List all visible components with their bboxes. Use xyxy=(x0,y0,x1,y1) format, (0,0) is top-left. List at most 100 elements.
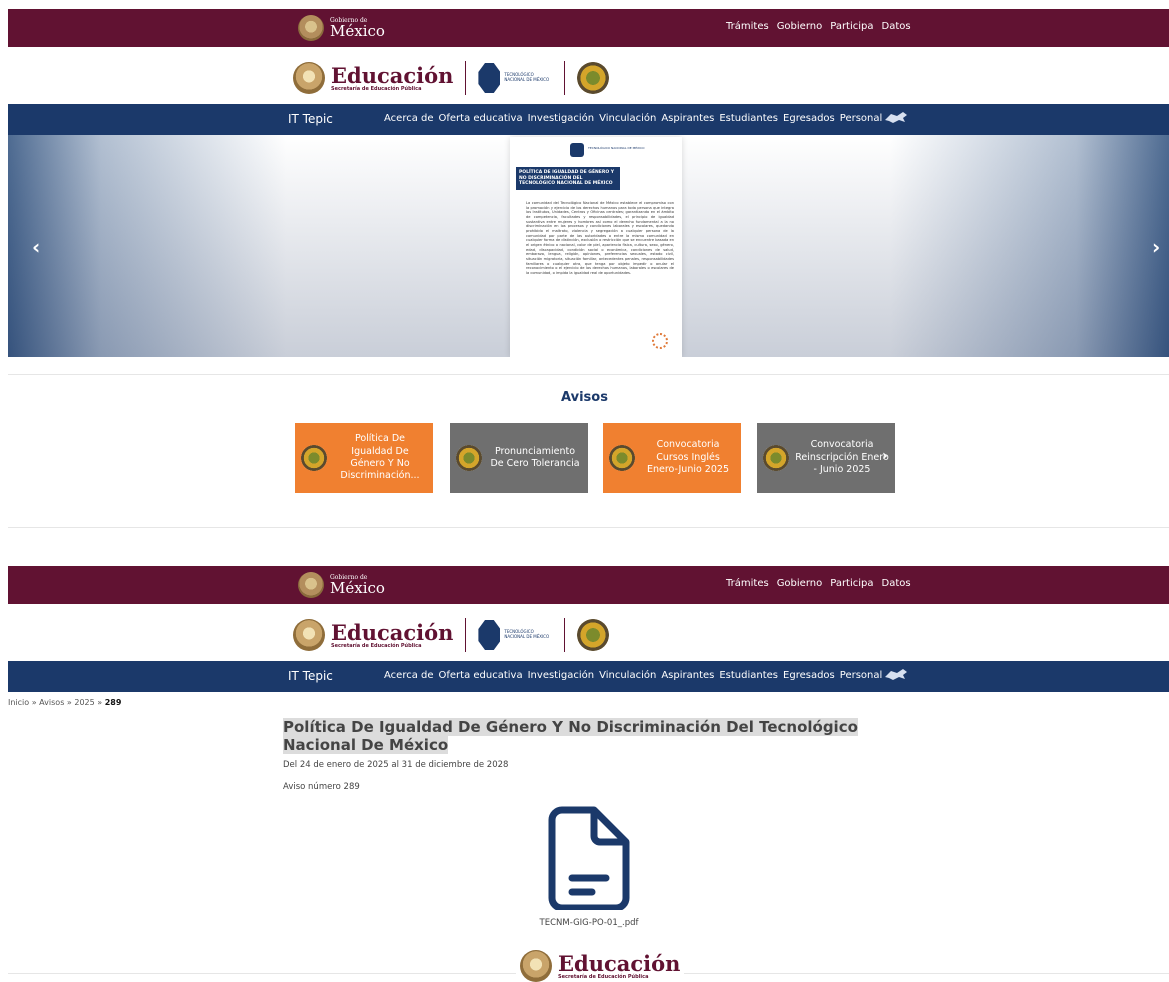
gov-seal-icon xyxy=(298,15,324,41)
logo-separator xyxy=(564,618,566,652)
logo-separator xyxy=(465,618,467,652)
edu-name: Educación xyxy=(331,62,454,88)
breadcrumb-inicio[interactable]: Inicio xyxy=(8,698,29,707)
carousel-slide[interactable]: TECNOLÓGICO NACIONAL DE MÉXICO POLÍTICA … xyxy=(510,137,682,357)
nav-aspirantes[interactable]: Aspirantes xyxy=(661,670,714,681)
tecnm-mini-logo-icon xyxy=(570,143,584,157)
ittepic-seal-icon[interactable] xyxy=(577,62,610,94)
slide-logo-text: TECNOLÓGICO NACIONAL DE MÉXICO xyxy=(588,146,645,150)
sep-seal-icon xyxy=(293,619,325,651)
slide-title: POLÍTICA DE IGUALDAD DE GÉNERO Y NO DISC… xyxy=(516,167,620,190)
logo-separator xyxy=(564,61,566,95)
slide-body: La comunidad del Tecnológico Nacional de… xyxy=(526,201,674,276)
it-brand[interactable]: IT Tepic xyxy=(288,112,333,126)
gobierno-mexico-logo[interactable]: Gobierno de México xyxy=(298,572,385,598)
sep-seal-icon xyxy=(520,950,552,982)
gov-nav-participa[interactable]: Participa xyxy=(830,21,873,32)
aviso-card-text: Convocatoria Cursos Inglés Enero-Junio 2… xyxy=(646,439,729,476)
it-navbar: IT Tepic Acerca de Oferta educativa Inve… xyxy=(8,104,1169,135)
gov-nav-participa[interactable]: Participa xyxy=(830,578,873,589)
edu-logos-bar: Educación Secretaría de Educación Públic… xyxy=(8,611,1169,661)
gov-seal-icon xyxy=(298,572,324,598)
gov-header: Gobierno de México Trámites Gobierno Par… xyxy=(8,566,1169,604)
horse-mascot-icon[interactable] xyxy=(883,667,909,683)
it-navbar: IT Tepic Acerca de Oferta educativa Inve… xyxy=(8,661,1169,692)
breadcrumb-year[interactable]: 2025 xyxy=(74,698,94,707)
ittepic-seal-icon[interactable] xyxy=(577,619,610,651)
tecnm-text: TECNOLÓGICO NACIONAL DE MÉXICO xyxy=(504,72,550,82)
gov-nav-tramites[interactable]: Trámites xyxy=(726,578,769,589)
nav-aspirantes[interactable]: Aspirantes xyxy=(661,113,714,124)
nav-vinculacion[interactable]: Vinculación xyxy=(599,670,656,681)
gov-brand-big: México xyxy=(330,21,385,40)
logo-separator xyxy=(465,61,467,95)
ittepic-seal-icon xyxy=(301,445,327,471)
nav-investigacion[interactable]: Investigación xyxy=(528,670,594,681)
aviso-card-text: Política De Igualdad De Género Y No Disc… xyxy=(340,433,420,482)
aviso-number: Aviso número 289 xyxy=(283,782,360,792)
avisos-next-icon[interactable]: › xyxy=(882,448,888,464)
gov-nav-gobierno[interactable]: Gobierno xyxy=(777,578,823,589)
tecnm-text: TECNOLÓGICO NACIONAL DE MÉXICO xyxy=(504,629,550,639)
gov-nav-gobierno[interactable]: Gobierno xyxy=(777,21,823,32)
nav-acerca[interactable]: Acerca de xyxy=(384,113,434,124)
ittepic-seal-icon xyxy=(609,445,635,471)
date-range: Del 24 de enero de 2025 al 31 de diciemb… xyxy=(283,760,509,770)
page-title: Política De Igualdad De Género Y No Disc… xyxy=(283,718,858,754)
hero-carousel: ‹ › TECNOLÓGICO NACIONAL DE MÉXICO POLÍT… xyxy=(8,135,1169,357)
gov-brand-big: México xyxy=(330,578,385,597)
it-nav: Acerca de Oferta educativa Investigación… xyxy=(384,670,882,681)
nav-personal[interactable]: Personal xyxy=(840,670,883,681)
breadcrumb-current: 289 xyxy=(104,698,122,707)
aviso-card[interactable]: Convocatoria Cursos Inglés Enero-Junio 2… xyxy=(603,423,741,493)
gov-nav-tramites[interactable]: Trámites xyxy=(726,21,769,32)
edu-name: Educación xyxy=(331,619,454,645)
nav-egresados[interactable]: Egresados xyxy=(783,670,835,681)
it-nav: Acerca de Oferta educativa Investigación… xyxy=(384,113,882,124)
nav-investigacion[interactable]: Investigación xyxy=(528,113,594,124)
nav-estudiantes[interactable]: Estudiantes xyxy=(719,670,778,681)
aviso-card-text: Convocatoria Reinscripción Enero - Junio… xyxy=(795,439,889,476)
breadcrumb-avisos[interactable]: Avisos xyxy=(39,698,64,707)
aviso-card-text: Pronunciamiento De Cero Tolerancia xyxy=(490,445,580,469)
breadcrumb: Inicio » Avisos » 2025 » 289 xyxy=(8,698,122,707)
nav-vinculacion[interactable]: Vinculación xyxy=(599,113,656,124)
aviso-card[interactable]: Pronunciamiento De Cero Tolerancia xyxy=(450,423,588,493)
footer-edu-logo: Educación Secretaría de Educación Públic… xyxy=(516,950,685,982)
nav-egresados[interactable]: Egresados xyxy=(783,113,835,124)
document-file-icon[interactable] xyxy=(548,806,630,912)
avisos-heading: Avisos xyxy=(561,390,608,405)
carousel-prev-icon[interactable]: ‹ xyxy=(32,235,40,259)
gov-nav: Trámites Gobierno Participa Datos xyxy=(726,578,911,589)
aviso-card[interactable]: Política De Igualdad De Género Y No Disc… xyxy=(295,423,433,493)
gov-header: Gobierno de México Trámites Gobierno Par… xyxy=(8,9,1169,47)
edu-logo-group: Educación Secretaría de Educación Públic… xyxy=(293,61,610,95)
edu-name: Educación xyxy=(558,950,681,976)
gov-nav-datos[interactable]: Datos xyxy=(882,21,911,32)
nav-oferta[interactable]: Oferta educativa xyxy=(439,670,523,681)
aviso-card[interactable]: Convocatoria Reinscripción Enero - Junio… xyxy=(757,423,895,493)
horse-mascot-icon[interactable] xyxy=(883,110,909,126)
nav-acerca[interactable]: Acerca de xyxy=(384,670,434,681)
tecnm-gear-icon xyxy=(478,620,501,650)
nav-oferta[interactable]: Oferta educativa xyxy=(439,113,523,124)
edu-logo-group: Educación Secretaría de Educación Públic… xyxy=(293,618,610,652)
gobierno-mexico-logo[interactable]: Gobierno de México xyxy=(298,15,385,41)
it-brand[interactable]: IT Tepic xyxy=(288,669,333,683)
ittepic-seal-icon xyxy=(456,445,482,471)
edu-logos-bar: Educación Secretaría de Educación Públic… xyxy=(8,54,1169,104)
section-divider xyxy=(8,374,1169,375)
carousel-next-icon[interactable]: › xyxy=(1152,235,1160,259)
gov-nav: Trámites Gobierno Participa Datos xyxy=(726,21,911,32)
tecnm-gear-icon xyxy=(478,63,501,93)
section-divider xyxy=(8,527,1169,528)
nav-personal[interactable]: Personal xyxy=(840,113,883,124)
sep-seal-icon xyxy=(293,62,325,94)
file-name[interactable]: TECNM-GIG-PO-01_.pdf xyxy=(0,918,1169,928)
gov-nav-datos[interactable]: Datos xyxy=(882,578,911,589)
nav-estudiantes[interactable]: Estudiantes xyxy=(719,113,778,124)
tecnm-logo[interactable]: TECNOLÓGICO NACIONAL DE MÉXICO xyxy=(478,63,552,93)
tecnm-logo[interactable]: TECNOLÓGICO NACIONAL DE MÉXICO xyxy=(478,620,552,650)
slide-seal-icon xyxy=(652,333,668,349)
ittepic-seal-icon xyxy=(763,445,789,471)
